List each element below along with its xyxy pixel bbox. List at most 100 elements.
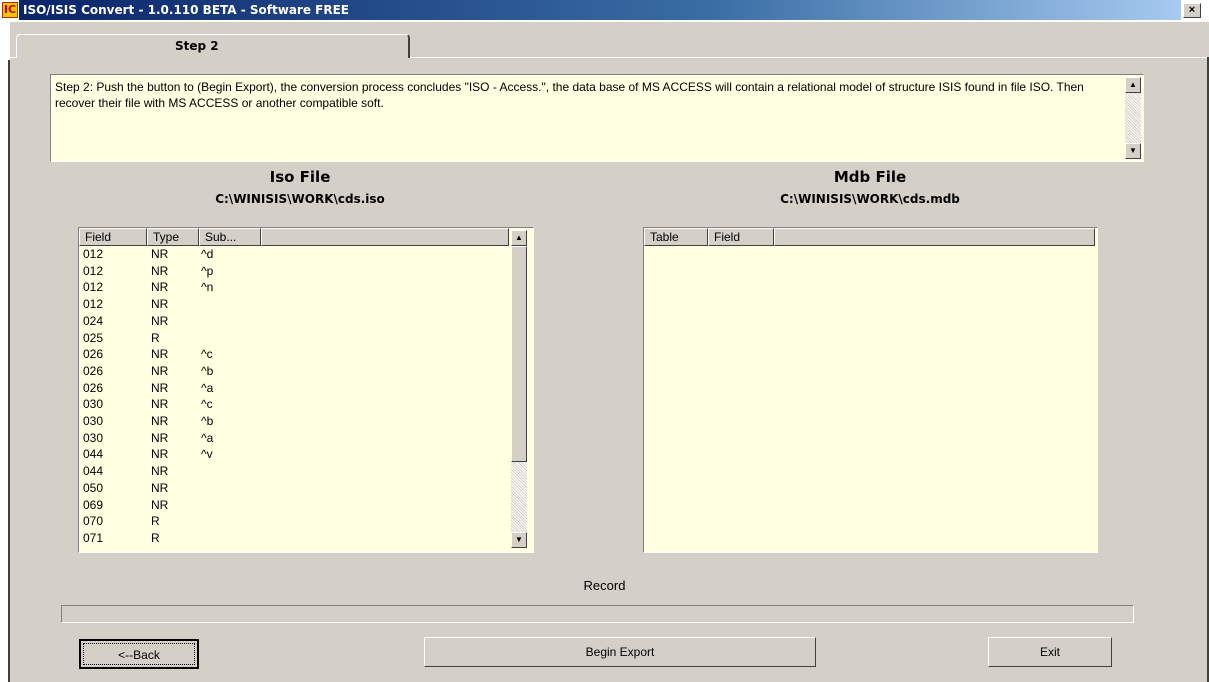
field-cell: 012 <box>83 297 104 312</box>
close-button[interactable]: × <box>1183 3 1201 18</box>
scroll-thumb[interactable] <box>511 246 527 462</box>
export-progress-bar <box>61 605 1134 623</box>
field-cell: 044 <box>83 464 104 479</box>
sub-cell: ^d <box>201 247 214 261</box>
column-header-empty <box>774 228 1095 246</box>
back-button[interactable]: <--Back <box>79 639 199 669</box>
table-row[interactable]: 030 NR ^a <box>79 430 509 445</box>
type-cell: NR <box>151 397 169 412</box>
column-header-empty <box>261 228 509 246</box>
table-row[interactable]: 026 NR ^b <box>79 363 509 378</box>
begin-export-button[interactable]: Begin Export <box>424 637 816 667</box>
field-cell: 044 <box>83 447 104 462</box>
table-row[interactable]: 025 R <box>79 330 509 345</box>
field-cell: 071 <box>83 530 104 545</box>
sub-cell: ^a <box>201 430 214 445</box>
iso-path: C:\WINISIS\WORK\cds.iso <box>215 192 385 206</box>
type-cell: NR <box>151 497 169 512</box>
column-header-type[interactable]: Type <box>147 228 199 246</box>
title-bar: IC ISO/ISIS Convert - 1.0.110 BETA - Sof… <box>0 0 1209 22</box>
column-header-table[interactable]: Table <box>644 228 708 246</box>
sub-cell: ^n <box>201 280 214 295</box>
scroll-track[interactable] <box>511 462 527 532</box>
type-cell: NR <box>151 363 169 378</box>
type-cell: NR <box>151 280 169 295</box>
table-row[interactable]: 044 NR ^v <box>79 448 509 461</box>
field-cell: 026 <box>83 347 104 362</box>
field-cell: 012 <box>83 280 104 295</box>
list-header: Table Field <box>644 228 1095 246</box>
column-header-sub[interactable]: Sub... <box>199 228 261 246</box>
scroll-down-icon[interactable]: ▼ <box>1125 143 1141 159</box>
table-row[interactable]: 030 NR ^b <box>79 415 509 428</box>
sub-cell: ^a <box>201 380 214 395</box>
field-cell: 012 <box>83 263 104 278</box>
table-row[interactable]: 024 NR <box>79 313 509 328</box>
mdb-path: C:\WINISIS\WORK\cds.mdb <box>780 192 960 206</box>
table-row[interactable]: 026 NR ^a <box>79 380 509 395</box>
table-row[interactable]: 071 R <box>79 530 509 545</box>
type-cell: NR <box>151 347 169 362</box>
field-cell: 069 <box>83 497 104 512</box>
sub-cell: ^b <box>201 414 214 428</box>
field-cell: 050 <box>83 480 104 495</box>
sub-cell: ^b <box>201 363 214 378</box>
table-row[interactable]: 070 R <box>79 515 509 528</box>
exit-button[interactable]: Exit <box>988 637 1112 667</box>
type-cell: NR <box>151 414 169 428</box>
type-cell: R <box>151 330 160 345</box>
table-row[interactable]: 012 NR ^d <box>79 248 509 261</box>
field-cell: 030 <box>83 430 104 445</box>
column-header-field[interactable]: Field <box>79 228 147 246</box>
field-cell: 030 <box>83 397 104 412</box>
table-row[interactable]: 050 NR <box>79 480 509 495</box>
field-cell: 026 <box>83 363 104 378</box>
description-scrollbar[interactable]: ▲ ▼ <box>1125 77 1141 159</box>
type-cell: NR <box>151 247 169 261</box>
tab-label: Step 2 <box>175 39 219 53</box>
table-row[interactable]: 012 NR ^p <box>79 263 509 278</box>
scroll-track[interactable] <box>1125 93 1141 143</box>
table-row[interactable]: 012 NR <box>79 298 509 311</box>
field-cell: 024 <box>83 313 104 328</box>
table-row[interactable]: 012 NR ^n <box>79 281 509 294</box>
type-cell: NR <box>151 263 169 278</box>
record-label: Record <box>583 578 626 593</box>
description-box[interactable]: Step 2: Push the button to (Begin Export… <box>50 74 1144 162</box>
iso-list-scrollbar[interactable]: ▲ ▼ <box>511 230 527 548</box>
scroll-up-icon[interactable]: ▲ <box>511 230 527 246</box>
type-cell: NR <box>151 447 169 462</box>
type-cell: R <box>151 530 160 545</box>
field-cell: 026 <box>83 380 104 395</box>
mdb-heading: Mdb File <box>833 168 907 186</box>
sub-cell: ^v <box>201 447 213 462</box>
iso-field-list[interactable]: Field Type Sub... 012 NR ^d 012 NR ^p 012 NR ^n 0… <box>78 227 534 553</box>
window-title: ISO/ISIS Convert - 1.0.110 BETA - Softwa… <box>19 0 1181 20</box>
field-cell: 030 <box>83 414 104 428</box>
type-cell: NR <box>151 313 169 328</box>
type-cell: NR <box>151 480 169 495</box>
description-text: Step 2: Push the button to (Begin Export… <box>55 80 1084 110</box>
table-row[interactable]: 044 NR <box>79 465 509 478</box>
iso-heading: Iso File <box>269 168 331 186</box>
tab-strip-line <box>410 57 1209 58</box>
tab-step-2[interactable]: Step 2 <box>16 34 410 58</box>
column-header-field[interactable]: Field <box>708 228 774 246</box>
mdb-table-list[interactable]: Table Field <box>643 227 1098 553</box>
table-row[interactable]: 069 NR <box>79 497 509 512</box>
sub-cell: ^p <box>201 263 214 278</box>
list-header: Field Type Sub... <box>79 228 509 246</box>
field-cell: 012 <box>83 247 104 261</box>
table-row[interactable]: 026 NR ^c <box>79 348 509 361</box>
scroll-down-icon[interactable]: ▼ <box>511 532 527 548</box>
type-cell: NR <box>151 380 169 395</box>
field-cell: 025 <box>83 330 104 345</box>
type-cell: NR <box>151 464 169 479</box>
scroll-up-icon[interactable]: ▲ <box>1125 77 1141 93</box>
type-cell: NR <box>151 297 169 312</box>
sub-cell: ^c <box>201 347 213 362</box>
type-cell: NR <box>151 430 169 445</box>
sub-cell: ^c <box>201 397 213 412</box>
table-row[interactable]: 030 NR ^c <box>79 398 509 411</box>
app-icon: IC <box>2 2 18 18</box>
